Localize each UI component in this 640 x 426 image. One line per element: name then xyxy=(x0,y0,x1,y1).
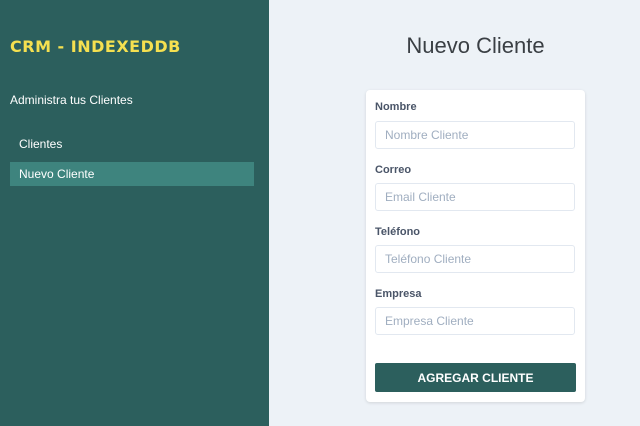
sidebar-nav: Clientes Nuevo Cliente xyxy=(10,132,254,192)
sidebar: CRM - INDEXEDDB Administra tus Clientes … xyxy=(0,0,269,426)
main-content: Nuevo Cliente Nombre Correo Teléfono Emp… xyxy=(269,0,640,426)
nombre-label: Nombre xyxy=(375,101,417,113)
client-form: Nombre Correo Teléfono Empresa AGREGAR C… xyxy=(366,90,585,402)
sidebar-subtitle: Administra tus Clientes xyxy=(10,93,133,107)
nav-item-clientes[interactable]: Clientes xyxy=(10,132,254,156)
telefono-input[interactable] xyxy=(375,245,575,273)
nav-item-nuevo-cliente[interactable]: Nuevo Cliente xyxy=(10,162,254,186)
brand-title: CRM - INDEXEDDB xyxy=(10,37,181,56)
page-title: Nuevo Cliente xyxy=(406,33,545,58)
correo-input[interactable] xyxy=(375,183,575,211)
telefono-label: Teléfono xyxy=(375,226,421,238)
empresa-input[interactable] xyxy=(375,307,575,335)
correo-label: Correo xyxy=(375,164,412,176)
agregar-cliente-button[interactable]: AGREGAR CLIENTE xyxy=(375,363,576,392)
nombre-input[interactable] xyxy=(375,121,575,149)
empresa-label: Empresa xyxy=(375,288,422,300)
